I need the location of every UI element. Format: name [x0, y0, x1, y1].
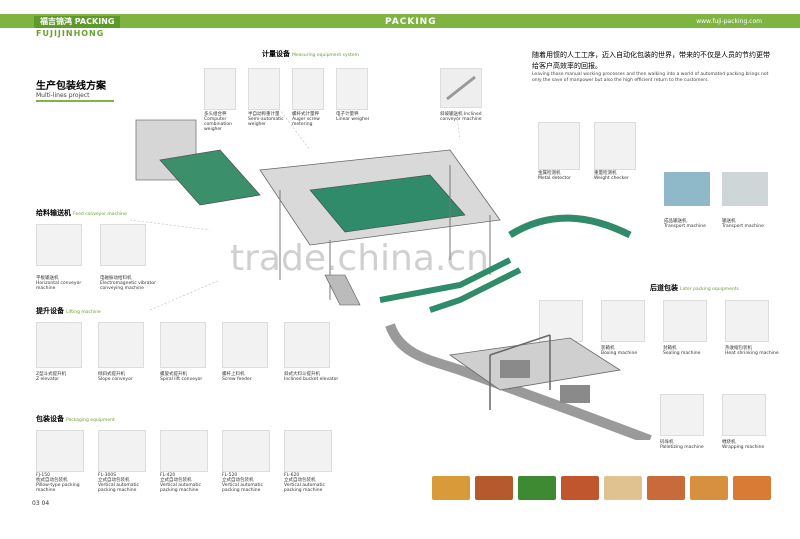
lifting-caption-1: Z型斗式提升机 Z elevator	[36, 372, 67, 382]
transport-caption-1: 成品输送机 Transport machine	[664, 219, 706, 229]
watermark: trade.china.cn	[230, 238, 489, 279]
curved-conveyor	[508, 214, 632, 239]
intro-text-cn: 随着用惯的人工工序，迈入自动化包装的世界，带来的不仅是人员的节约更带给客户高效率…	[532, 51, 770, 70]
food-photo	[475, 476, 513, 500]
transport-photo-1	[664, 172, 710, 206]
page-numbers: 03 04	[32, 500, 50, 507]
shrink-machine-image	[725, 300, 769, 342]
transport-photo-2	[722, 172, 768, 206]
inclined-conveyor-icon	[446, 75, 476, 101]
section-lifting: 提升设备 Lifting machine	[36, 307, 101, 315]
later-caption-4: 热收缩包装机 Heat shrinking machine	[725, 346, 779, 356]
food-photo	[432, 476, 470, 500]
section-feeding: 给料输送机 Feed conveyor machine	[36, 209, 127, 217]
header-title: PACKING	[385, 17, 437, 27]
food-photo	[518, 476, 556, 500]
brand-name: FUJIJINHONG	[36, 29, 105, 38]
feeding-caption-1: 平板输送机 Horizontal conveyor machine	[36, 276, 82, 291]
z-elevator-image	[36, 322, 82, 368]
pallet-stack	[560, 385, 590, 403]
food-photo	[561, 476, 599, 500]
semi-auto-weigher-image	[248, 68, 280, 110]
leader-line	[279, 110, 311, 151]
later-caption-3: 封箱机 Sealing machine	[663, 346, 701, 356]
pillow-packer-image	[36, 430, 84, 472]
packing-caption-3: FL-420 立式自动包装机 Vertical automatic packing …	[160, 473, 202, 493]
packing-caption-1: FJ-150 枕式自动包装机 Pillow-type packing machine	[36, 473, 80, 493]
leader-line	[149, 279, 221, 311]
packing-caption-4: FL-520 立式自动包装机 Vertical automatic packing …	[222, 473, 264, 493]
transport-caption-2: 输送机 Transport machine	[722, 219, 764, 229]
section-weighing: 计量设备 Measuring equipment system	[262, 50, 359, 58]
leader-line	[455, 110, 461, 141]
linear-weigher-image	[336, 68, 368, 110]
pallet-area	[448, 337, 622, 391]
pallet-stack	[500, 360, 530, 378]
title-underline	[36, 100, 114, 102]
food-photo	[690, 476, 728, 500]
wrapper-image	[722, 394, 766, 436]
horizontal-conveyor-image	[36, 224, 82, 266]
later-caption-5: 码垛机 Palletizing machine	[660, 440, 704, 450]
header-url[interactable]: www.fuji-packing.com	[696, 16, 762, 28]
inclined-conveyor-image	[440, 68, 482, 108]
multihead-weigher-image	[204, 68, 236, 110]
packing-caption-2: FL-300S 立式自动包装机 Vertical automatic packing…	[98, 473, 140, 493]
header-tab: 福吉锦鸿 PACKING	[34, 16, 121, 28]
section-packing: 包装设备 Packaging equipment	[36, 415, 115, 423]
food-photo	[604, 476, 642, 500]
leader-line	[130, 219, 211, 231]
food-photo	[647, 476, 685, 500]
packing-caption-5: FL-620 立式自动包装机 Vertical automatic packing …	[284, 473, 326, 493]
later-caption-6: 缠绕机 Wrapping machine	[722, 440, 765, 450]
page-title: 生产包装线方案	[36, 81, 106, 92]
page-subtitle: Multi-lines project	[36, 92, 90, 99]
intro-text-en: Leaving those manual working processes a…	[532, 72, 769, 83]
auger-weigher-image	[292, 68, 324, 110]
food-photo	[733, 476, 771, 500]
